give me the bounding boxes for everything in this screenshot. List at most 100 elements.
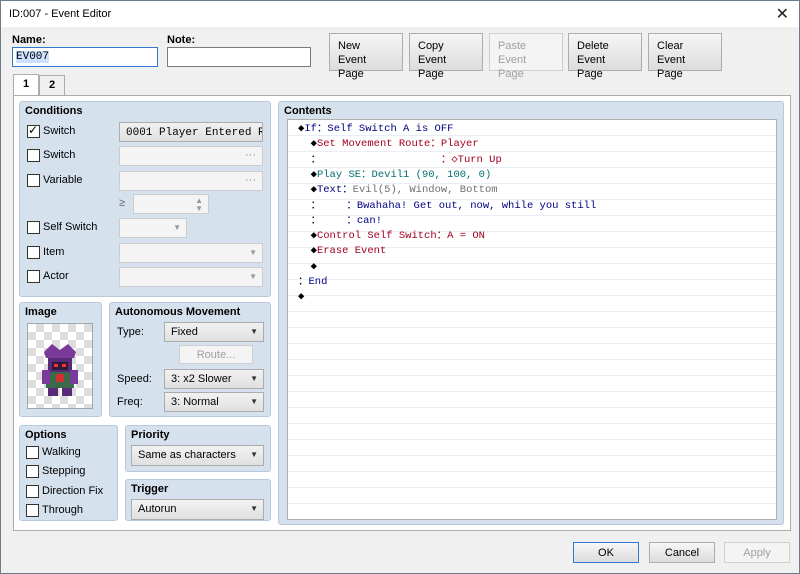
chevron-down-icon: ▼ [250, 450, 258, 459]
command-line[interactable]: ◆Set Movement Route：Player [298, 137, 479, 152]
copy-event-page-button[interactable]: Copy Event Page [409, 33, 483, 80]
condition-variable-checkbox[interactable] [27, 174, 40, 187]
command-text: Play SE：Devil1 (90, 100, 0) [316, 168, 492, 181]
copy-label-1: Copy [418, 40, 444, 52]
command-line[interactable]: ：End [298, 275, 327, 290]
contents-title: Contents [284, 105, 332, 117]
name-label: Name: [12, 34, 46, 46]
condition-switch1-label: Switch [43, 125, 76, 137]
autonomous-title: Autonomous Movement [115, 306, 241, 318]
condition-switch1-selector[interactable]: 0001 Player Entered R··· [119, 122, 263, 142]
condition-switch2-label: Switch [43, 149, 76, 161]
speed-dropdown[interactable]: 3: x2 Slower ▼ [164, 369, 264, 389]
command-line[interactable]: ◆Play SE：Devil1 (90, 100, 0) [298, 168, 492, 183]
option-direction-fix-checkbox[interactable] [26, 485, 39, 498]
apply-button[interactable]: Apply [724, 542, 790, 563]
command-marker: ◆ [298, 260, 317, 273]
freq-dropdown[interactable]: 3: Normal ▼ [164, 392, 264, 412]
freq-value: 3: Normal [171, 396, 219, 408]
condition-self-switch-checkbox[interactable] [27, 221, 40, 234]
window-title: ID:007 - Event Editor [9, 8, 112, 20]
priority-dropdown[interactable]: Same as characters ▼ [131, 445, 264, 466]
close-icon[interactable]: ✕ [776, 4, 789, 24]
command-line[interactable]: ◆ [298, 290, 304, 305]
condition-switch2-selector[interactable]: ··· [119, 146, 263, 166]
delete-label-2: Event Page [577, 54, 606, 80]
route-button[interactable]: Route... [179, 345, 253, 364]
command-line[interactable]: ◆Erase Event [298, 244, 387, 259]
new-label-2: Event Page [338, 54, 367, 80]
cancel-button[interactable]: Cancel [649, 542, 715, 563]
option-walking-checkbox[interactable] [26, 446, 39, 459]
command-text: End [308, 276, 328, 288]
trigger-dropdown[interactable]: Autorun ▼ [131, 499, 264, 520]
condition-variable-selector[interactable]: ··· [119, 171, 263, 191]
variable-value-stepper[interactable]: ▲ ▼ [133, 194, 209, 214]
speed-label: Speed: [117, 373, 152, 385]
option-stepping-checkbox[interactable] [26, 465, 39, 478]
delete-label-1: Delete [577, 40, 609, 52]
paste-label-2: Event Page [498, 54, 527, 80]
command-line[interactable]: ◆If：Self Switch A is OFF [298, 122, 453, 137]
paste-label-1: Paste [498, 40, 527, 52]
paste-event-page-button[interactable]: Paste Event Page [489, 33, 563, 80]
delete-event-page-button[interactable]: Delete Event Page [568, 33, 642, 80]
name-value: EV007 [16, 51, 50, 63]
condition-self-switch-label: Self Switch [43, 221, 98, 233]
item-dropdown[interactable]: ▼ [119, 243, 263, 263]
chevron-down-icon: ▼ [250, 374, 258, 383]
tab-page-2[interactable]: 2 [39, 75, 65, 95]
command-marker: ◆ [298, 291, 305, 304]
trigger-value: Autorun [138, 503, 177, 515]
command-line[interactable]: ： ：Bwahaha! Get out, now, while you stil… [298, 199, 597, 214]
command-text: Evil(5), Window, Bottom [352, 184, 498, 197]
command-line[interactable]: ： ：◇Turn Up [298, 153, 502, 168]
tab-page-1[interactable]: 1 [13, 74, 39, 96]
freq-label: Freq: [117, 396, 143, 408]
movement-type-dropdown[interactable]: Fixed ▼ [164, 322, 264, 342]
condition-switch1-checkbox[interactable] [27, 123, 40, 138]
condition-item-checkbox[interactable] [27, 246, 40, 259]
new-event-page-button[interactable]: New Event Page [329, 33, 403, 80]
condition-switch2-ellipsis: ··· [245, 149, 256, 161]
event-image-preview[interactable] [27, 323, 93, 409]
self-switch-dropdown[interactable]: ▼ [119, 218, 187, 238]
condition-variable-label: Variable [43, 174, 83, 186]
command-marker: ◆ [298, 230, 317, 243]
chevron-down-icon: ▼ [249, 248, 257, 257]
actor-dropdown[interactable]: ▼ [119, 267, 263, 287]
command-text: If：Self Switch A is OFF [304, 123, 454, 135]
priority-title: Priority [131, 429, 170, 441]
command-text: Set Movement Route：Player [316, 138, 479, 151]
type-label: Type: [117, 326, 144, 338]
condition-actor-checkbox[interactable] [27, 270, 40, 283]
event-editor-window: ID:007 - Event Editor ✕ Name: EV007 Note… [0, 0, 800, 574]
chevron-down-icon: ▼ [250, 504, 258, 513]
condition-actor-label: Actor [43, 270, 69, 282]
option-direction-fix-label: Direction Fix [42, 485, 104, 497]
option-walking-label: Walking [42, 446, 81, 458]
name-input[interactable]: EV007 [12, 47, 158, 67]
chevron-down-icon: ▼ [250, 327, 258, 336]
ok-button[interactable]: OK [573, 542, 639, 563]
clear-event-page-button[interactable]: Clear Event Page [648, 33, 722, 80]
option-through-checkbox[interactable] [26, 504, 39, 517]
condition-variable-ellipsis: ··· [245, 174, 256, 186]
command-text: Control Self Switch：A = ON [316, 230, 485, 243]
command-line[interactable]: ： ：can! [298, 214, 382, 229]
command-line[interactable]: ◆ [298, 260, 317, 275]
note-input[interactable] [167, 47, 311, 67]
command-line[interactable]: ◆Text：Evil(5), Window, Bottom [298, 183, 498, 198]
clear-label-2: Event Page [657, 54, 686, 80]
command-marker: ： [298, 214, 322, 227]
movement-type-value: Fixed [171, 326, 198, 338]
command-marker: ◆ [298, 138, 317, 151]
condition-switch2-checkbox[interactable] [27, 149, 40, 162]
command-text: ：◇Turn Up [321, 153, 502, 166]
character-sprite-icon [42, 344, 78, 396]
command-line[interactable]: ◆Control Self Switch：A = ON [298, 229, 485, 244]
event-command-list[interactable]: ◆If：Self Switch A is OFF ◆Set Movement R… [287, 119, 777, 520]
new-label-1: New [338, 40, 361, 52]
stepper-down-icon: ▼ [195, 204, 203, 213]
command-marker: ： [298, 276, 309, 288]
